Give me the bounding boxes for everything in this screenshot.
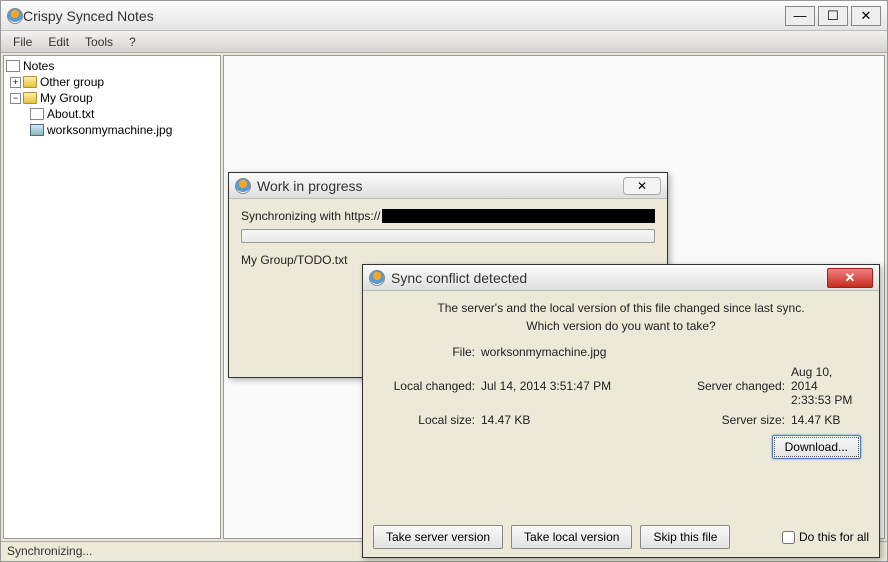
tree-root[interactable]: Notes — [6, 58, 218, 74]
download-button[interactable]: Download... — [772, 435, 861, 459]
conflict-title: Sync conflict detected — [391, 270, 827, 286]
menu-edit[interactable]: Edit — [40, 33, 77, 51]
server-changed-label: Server changed: — [681, 379, 791, 393]
file-value: worksonmymachine.jpg — [481, 345, 681, 359]
local-size-label: Local size: — [381, 413, 481, 427]
app-title: Crispy Synced Notes — [23, 8, 785, 24]
conflict-message: The server's and the local version of th… — [381, 299, 861, 335]
sync-prefix: Synchronizing with https:// — [241, 209, 380, 223]
conflict-details-grid: File: worksonmymachine.jpg Local changed… — [381, 345, 861, 427]
java-icon — [7, 8, 23, 24]
notes-icon — [6, 60, 20, 72]
minimize-button[interactable]: — — [785, 6, 815, 26]
conflict-footer: Take server version Take local version S… — [363, 517, 879, 557]
local-changed-label: Local changed: — [381, 379, 481, 393]
tree-panel[interactable]: Notes + Other group − My Group About.txt… — [3, 55, 221, 539]
file-label: File: — [381, 345, 481, 359]
take-local-button[interactable]: Take local version — [511, 525, 632, 549]
folder-icon — [23, 92, 37, 104]
tree-label: My Group — [40, 91, 93, 105]
conflict-msg-line1: The server's and the local version of th… — [437, 301, 804, 315]
tree-label: About.txt — [47, 107, 94, 121]
tree-label: Other group — [40, 75, 104, 89]
java-icon — [369, 270, 385, 286]
conflict-dialog: Sync conflict detected ✕ The server's an… — [362, 264, 880, 558]
progress-titlebar: Work in progress ✕ — [229, 173, 667, 199]
menu-help[interactable]: ? — [121, 33, 144, 51]
status-text: Synchronizing... — [7, 544, 92, 558]
conflict-close-button[interactable]: ✕ — [827, 268, 873, 288]
skip-file-button[interactable]: Skip this file — [640, 525, 730, 549]
local-size-value: 14.47 KB — [481, 413, 681, 427]
progress-title: Work in progress — [257, 178, 623, 194]
tree-root-label: Notes — [23, 59, 54, 73]
window-controls: — ☐ ✕ — [785, 6, 881, 26]
java-icon — [235, 178, 251, 194]
main-titlebar: Crispy Synced Notes — ☐ ✕ — [1, 1, 887, 31]
folder-icon — [23, 76, 37, 88]
local-changed-value: Jul 14, 2014 3:51:47 PM — [481, 379, 681, 393]
tree-label: worksonmymachine.jpg — [47, 123, 172, 137]
do-for-all-label: Do this for all — [799, 530, 869, 544]
tree-item-other-group[interactable]: + Other group — [6, 74, 218, 90]
server-size-value: 14.47 KB — [791, 413, 861, 427]
menubar: File Edit Tools ? — [1, 31, 887, 53]
do-for-all-checkbox[interactable]: Do this for all — [782, 530, 869, 544]
server-changed-value: Aug 10, 2014 2:33:53 PM — [791, 365, 861, 407]
image-icon — [30, 124, 44, 136]
download-row: Download... — [381, 435, 861, 459]
do-for-all-input[interactable] — [782, 531, 795, 544]
maximize-button[interactable]: ☐ — [818, 6, 848, 26]
tree-item-about[interactable]: About.txt — [6, 106, 218, 122]
tree-item-worksonmymachine[interactable]: worksonmymachine.jpg — [6, 122, 218, 138]
server-size-label: Server size: — [681, 413, 791, 427]
progress-bar — [241, 229, 655, 243]
take-server-button[interactable]: Take server version — [373, 525, 503, 549]
menu-file[interactable]: File — [5, 33, 40, 51]
conflict-body: The server's and the local version of th… — [363, 291, 879, 517]
expander-icon[interactable]: + — [10, 77, 21, 88]
sync-url-line: Synchronizing with https:// — [241, 209, 655, 223]
redacted-url — [382, 209, 655, 223]
conflict-titlebar: Sync conflict detected ✕ — [363, 265, 879, 291]
tree-item-my-group[interactable]: − My Group — [6, 90, 218, 106]
progress-close-button[interactable]: ✕ — [623, 177, 661, 195]
conflict-msg-line2: Which version do you want to take? — [526, 319, 715, 333]
expander-icon[interactable]: − — [10, 93, 21, 104]
menu-tools[interactable]: Tools — [77, 33, 121, 51]
close-button[interactable]: ✕ — [851, 6, 881, 26]
file-icon — [30, 108, 44, 120]
